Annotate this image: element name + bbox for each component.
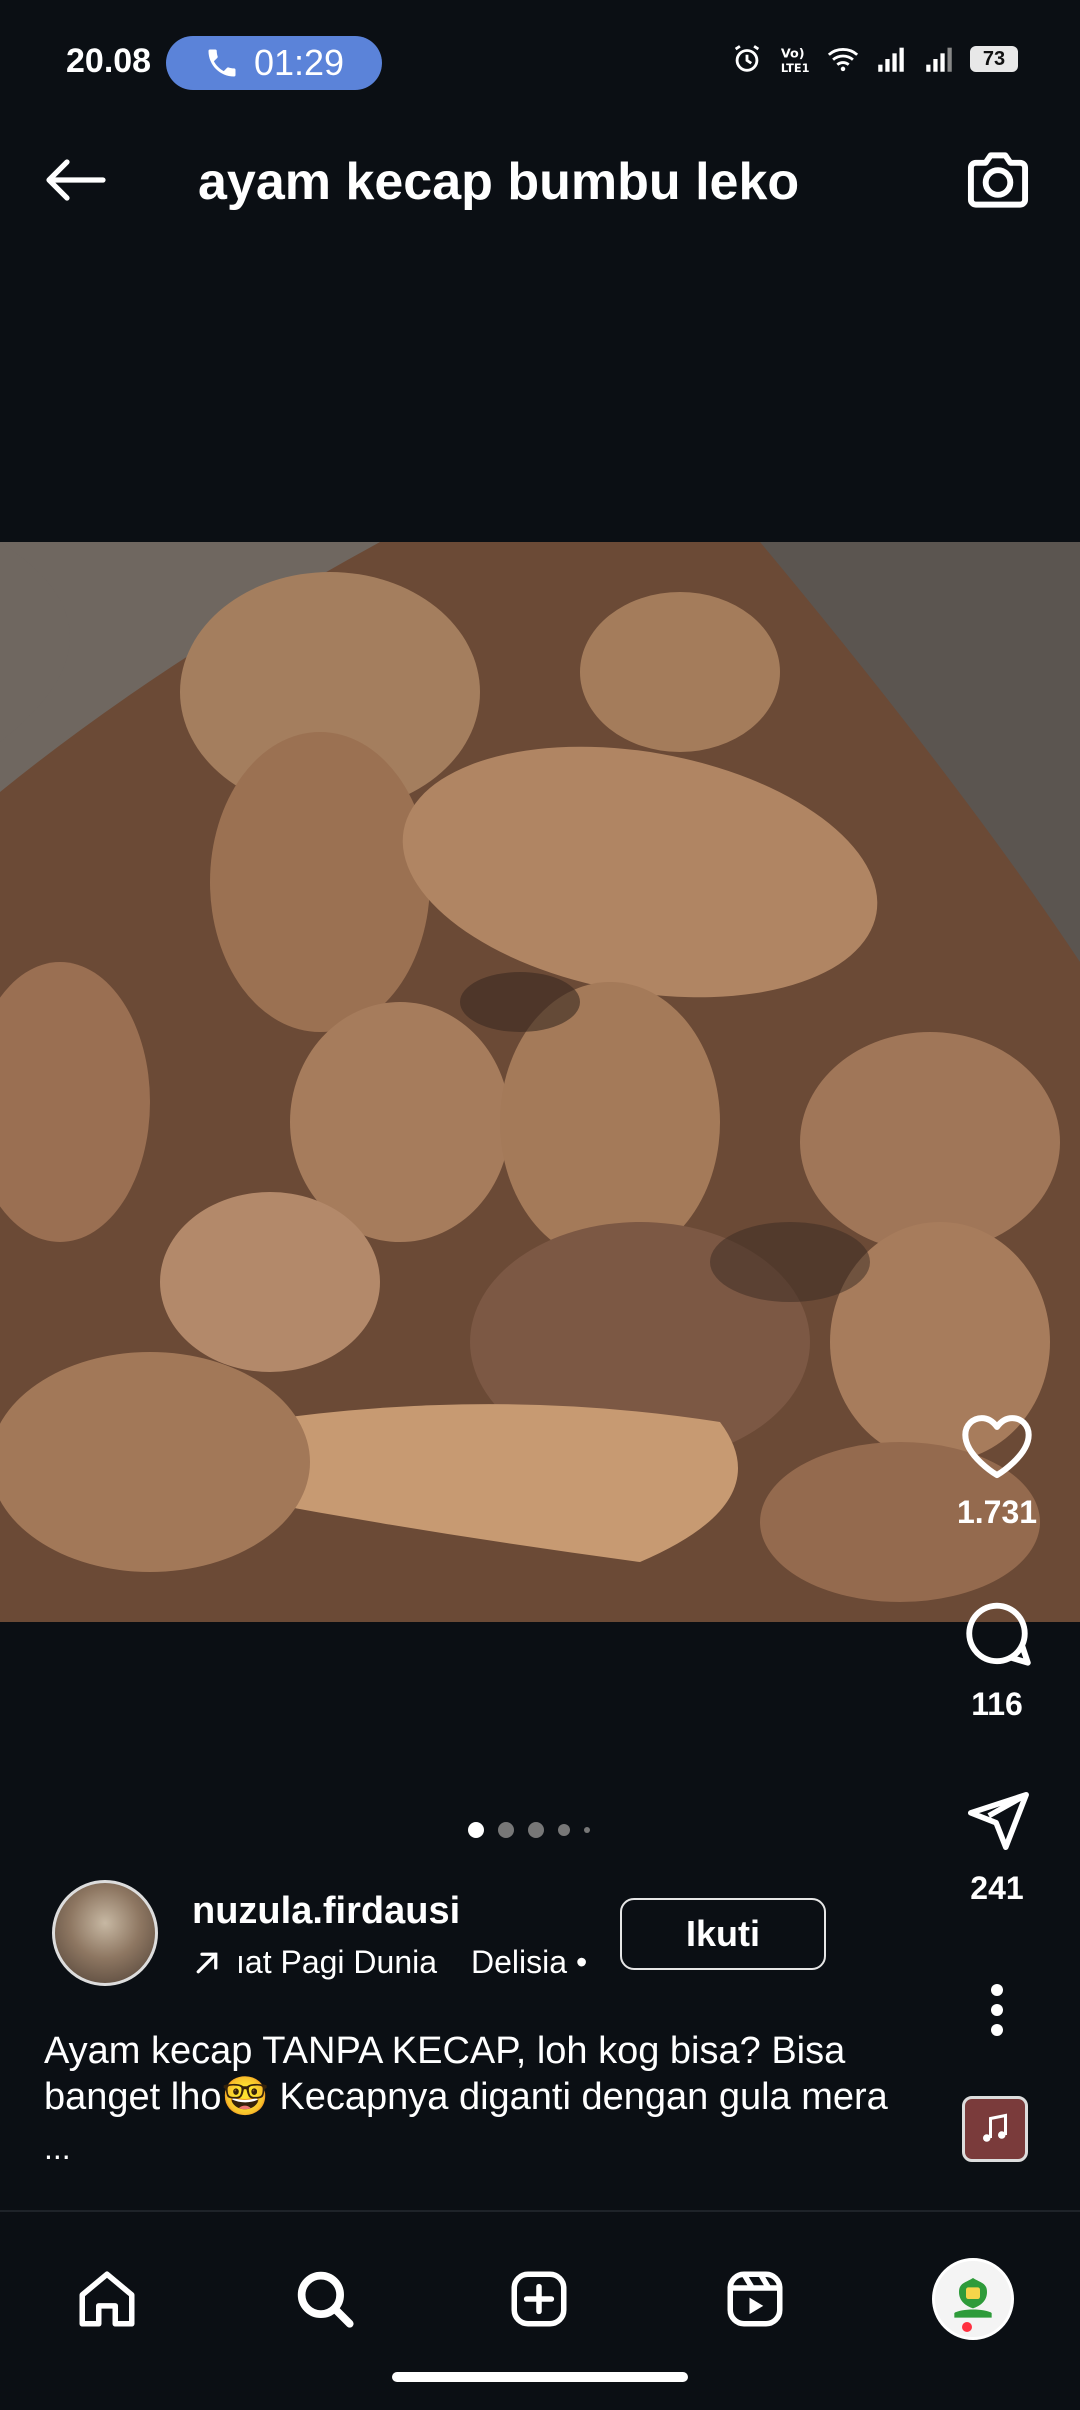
caption-more[interactable]: ... (44, 2130, 71, 2167)
more-icon (991, 1984, 1003, 2036)
call-duration: 01:29 (253, 42, 345, 83)
carousel-indicator (468, 1822, 590, 1838)
author-avatar[interactable] (52, 1880, 158, 1986)
like-count: 1.731 (956, 1494, 1038, 1530)
svg-text:LTE1: LTE1 (781, 61, 810, 75)
volte-icon: Vo)LTE1 (781, 47, 810, 75)
page-title: ayam kecap bumbu leko (198, 153, 800, 211)
create-icon (511, 2271, 567, 2327)
follow-button[interactable]: Ikuti (620, 1898, 826, 1970)
comment-action[interactable]: 116 (950, 1598, 1044, 1723)
home-icon (79, 2271, 135, 2327)
signal-icon (878, 47, 904, 72)
share-count: 241 (970, 1870, 1024, 1906)
like-action[interactable]: 1.731 (950, 1410, 1044, 1531)
nav-profile[interactable] (928, 2254, 1018, 2344)
home-indicator[interactable] (392, 2372, 688, 2382)
music-artist: Delisia • (471, 1944, 588, 1980)
nav-search[interactable] (280, 2254, 370, 2344)
back-button[interactable] (40, 150, 110, 210)
carousel-dot (558, 1824, 570, 1836)
post-media-image[interactable] (0, 542, 1080, 1622)
signal-icon-2 (926, 47, 952, 72)
music-title: ıat Pagi Dunia (236, 1944, 438, 1980)
audio-thumbnail[interactable] (962, 2096, 1028, 2162)
music-note-icon (983, 2113, 1007, 2142)
back-arrow-icon (46, 159, 106, 201)
nav-home[interactable] (62, 2254, 152, 2344)
post-caption[interactable]: Ayam kecap TANPA KECAP, loh kog bisa? Bi… (44, 2028, 924, 2120)
arrow-up-right-icon (196, 1952, 218, 1973)
status-time: 20.08 (66, 42, 152, 80)
heart-icon (962, 1415, 1032, 1479)
comment-icon (966, 1602, 1031, 1666)
status-bar: 20.08 01:29 Vo) LTE1 73 (0, 0, 1080, 110)
reels-icon (727, 2271, 783, 2327)
carousel-dot (528, 1822, 544, 1838)
profile-avatar (932, 2258, 1014, 2340)
wifi-icon (827, 48, 859, 72)
carousel-dot (498, 1822, 514, 1838)
music-info[interactable]: ıat Pagi Dunia Delisia • (192, 1944, 587, 1981)
send-icon (967, 1791, 1029, 1851)
food-photo (0, 542, 1080, 1622)
phone-icon (208, 49, 236, 77)
comment-count: 116 (971, 1686, 1023, 1722)
nav-create[interactable] (494, 2254, 584, 2344)
carousel-dot (584, 1827, 590, 1833)
camera-icon (967, 152, 1029, 208)
more-options-button[interactable] (950, 1980, 1044, 2040)
notification-dot (962, 2322, 972, 2332)
share-action[interactable]: 241 (950, 1786, 1044, 1907)
search-icon (297, 2271, 354, 2328)
ongoing-call-pill[interactable]: 01:29 (166, 36, 382, 90)
svg-text:Vo): Vo) (781, 47, 805, 62)
camera-button[interactable] (958, 140, 1038, 220)
top-header: ayam kecap bumbu leko (0, 120, 1080, 240)
battery-indicator: 73 (970, 46, 1018, 72)
status-icons: Vo) LTE1 73 (730, 42, 1018, 76)
alarm-icon (734, 45, 760, 72)
author-username[interactable]: nuzula.firdausi (192, 1890, 460, 1933)
profile-logo-icon (954, 2278, 992, 2318)
nav-reels[interactable] (710, 2254, 800, 2344)
carousel-dot-active (468, 1822, 484, 1838)
